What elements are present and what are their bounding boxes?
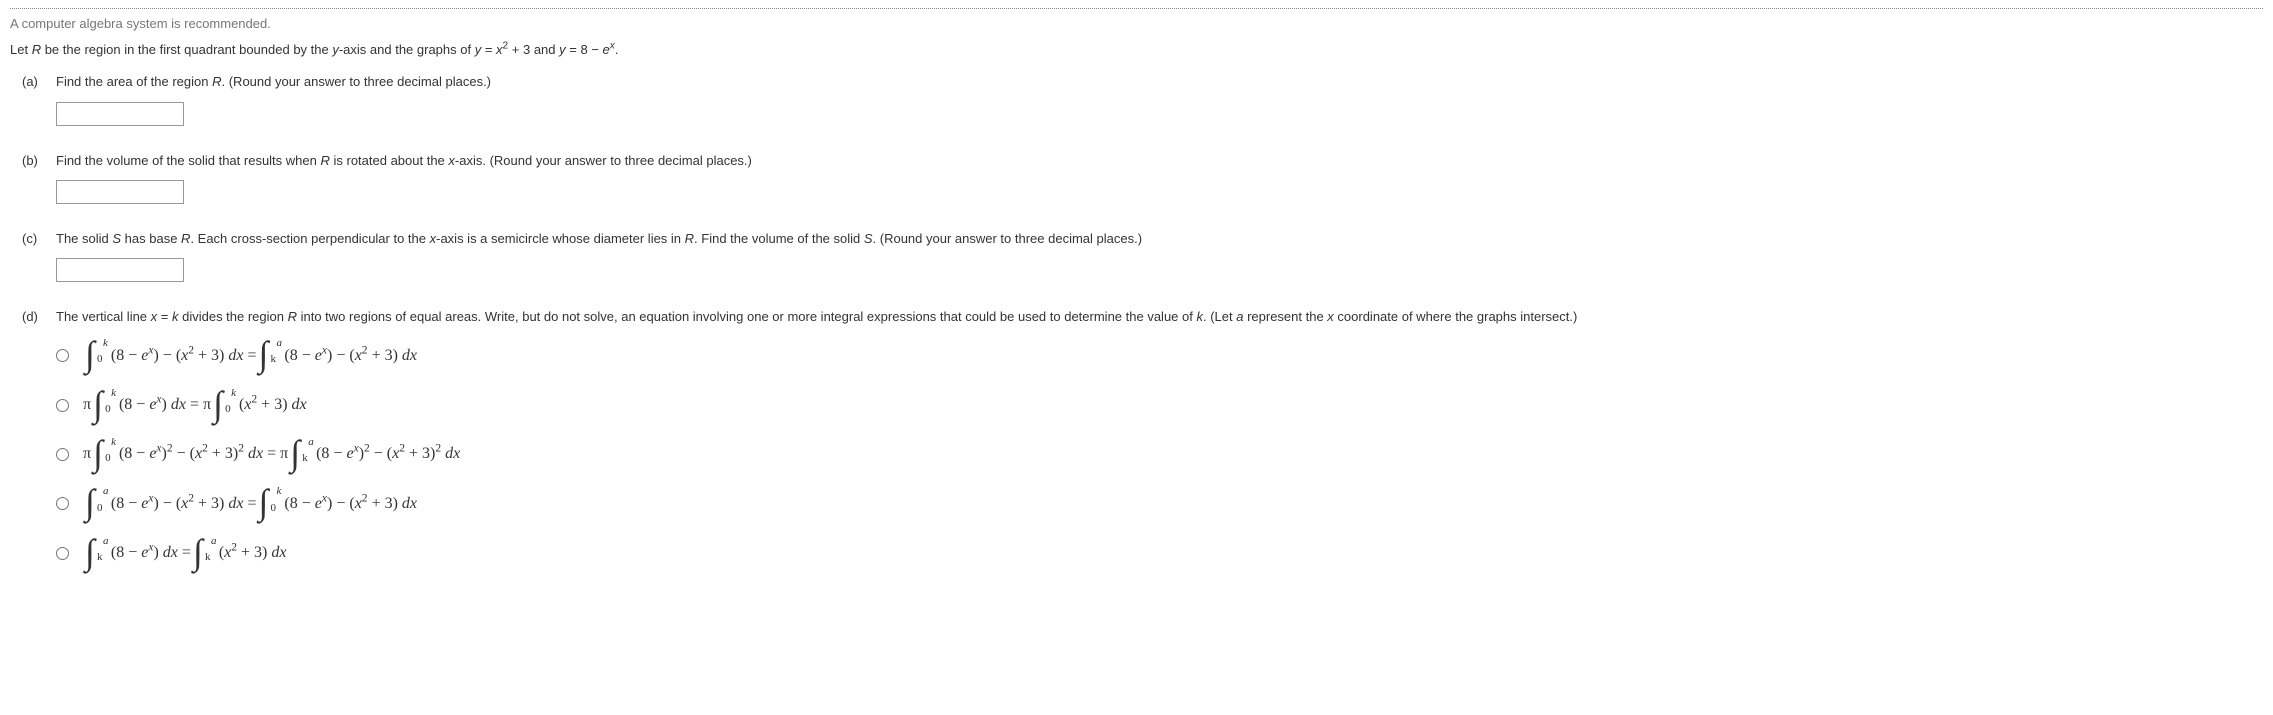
part-c-input[interactable]: [56, 258, 184, 282]
part-d-label: (d): [22, 308, 46, 326]
integral-icon: ∫k0: [213, 388, 223, 416]
divider: [10, 8, 2263, 9]
choice-radio-5[interactable]: [56, 547, 69, 560]
choice-row: ∫a0(8 − ex) − (x2 + 3) dx = ∫k0(8 − ex) …: [56, 486, 2263, 521]
integral-icon: ∫ak: [193, 536, 203, 564]
part-a-label: (a): [22, 73, 46, 91]
system-note: A computer algebra system is recommended…: [10, 15, 2263, 33]
choice-math-4: ∫a0(8 − ex) − (x2 + 3) dx = ∫k0(8 − ex) …: [83, 486, 417, 521]
choice-math-2: π ∫k0(8 − ex) dx = π ∫k0(x2 + 3) dx: [83, 388, 307, 423]
integral-icon: ∫k0: [93, 437, 103, 465]
integral-icon: ∫ak: [259, 338, 269, 366]
part-b-label: (b): [22, 152, 46, 170]
choice-math-3: π ∫k0(8 − ex)2 − (x2 + 3)2 dx = π ∫ak(8 …: [83, 437, 460, 472]
choice-radio-1[interactable]: [56, 349, 69, 362]
part-b-input[interactable]: [56, 180, 184, 204]
choice-radio-2[interactable]: [56, 399, 69, 412]
choice-radio-3[interactable]: [56, 448, 69, 461]
part-b: (b) Find the volume of the solid that re…: [22, 152, 2263, 204]
integral-icon: ∫k0: [85, 338, 95, 366]
choice-math-1: ∫k0(8 − ex) − (x2 + 3) dx = ∫ak(8 − ex) …: [83, 338, 417, 373]
part-a-input[interactable]: [56, 102, 184, 126]
part-d: (d) The vertical line x = k divides the …: [22, 308, 2263, 571]
part-a-text: Find the area of the region R. (Round yo…: [56, 73, 491, 91]
choice-row: π ∫k0(8 − ex)2 − (x2 + 3)2 dx = π ∫ak(8 …: [56, 437, 2263, 472]
integral-icon: ∫ak: [85, 536, 95, 564]
choice-math-5: ∫ak(8 − ex) dx = ∫ak(x2 + 3) dx: [83, 536, 286, 571]
part-c-label: (c): [22, 230, 46, 248]
choice-row: ∫k0(8 − ex) − (x2 + 3) dx = ∫ak(8 − ex) …: [56, 338, 2263, 373]
part-d-choices: ∫k0(8 − ex) − (x2 + 3) dx = ∫ak(8 − ex) …: [56, 338, 2263, 571]
choice-row: ∫ak(8 − ex) dx = ∫ak(x2 + 3) dx: [56, 536, 2263, 571]
part-c: (c) The solid S has base R. Each cross-s…: [22, 230, 2263, 282]
part-b-text: Find the volume of the solid that result…: [56, 152, 752, 170]
integral-icon: ∫ak: [290, 437, 300, 465]
integral-icon: ∫k0: [259, 486, 269, 514]
part-d-text: The vertical line x = k divides the regi…: [56, 308, 1577, 326]
choice-radio-4[interactable]: [56, 497, 69, 510]
problem-stem: Let R be the region in the first quadran…: [10, 41, 2263, 59]
integral-icon: ∫k0: [93, 388, 103, 416]
integral-icon: ∫a0: [85, 486, 95, 514]
choice-row: π ∫k0(8 − ex) dx = π ∫k0(x2 + 3) dx: [56, 388, 2263, 423]
part-c-text: The solid S has base R. Each cross-secti…: [56, 230, 1142, 248]
part-a: (a) Find the area of the region R. (Roun…: [22, 73, 2263, 125]
